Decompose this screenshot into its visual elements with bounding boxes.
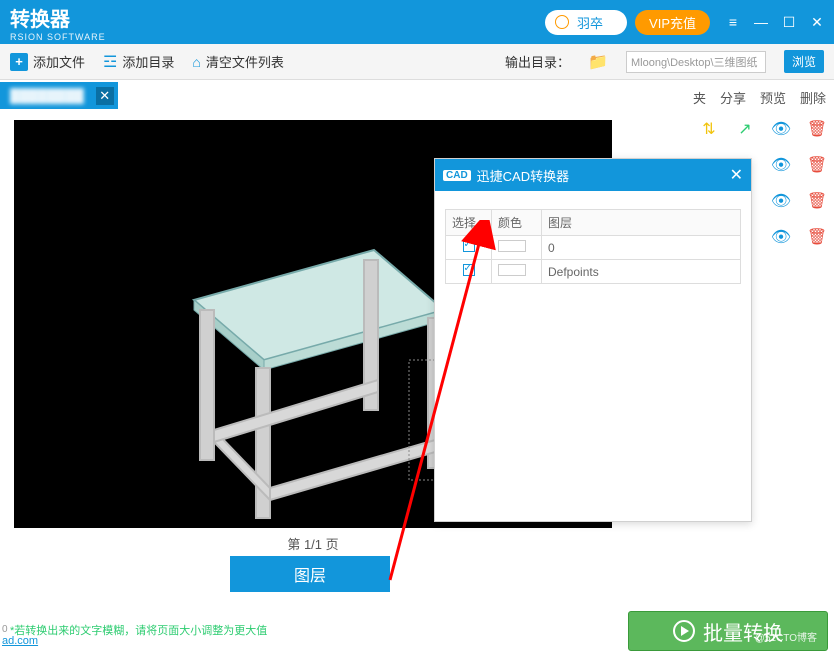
file-row: ⇅ ↗ 👁 🗑 bbox=[700, 120, 826, 138]
open-icon[interactable]: ↗ bbox=[736, 120, 754, 138]
column-headers: 夹 分享 预览 删除 bbox=[693, 88, 826, 107]
browse-button[interactable]: 浏览 bbox=[784, 50, 824, 73]
checkbox-icon[interactable] bbox=[463, 240, 475, 252]
toolbar: + 添加文件 ☲ 添加目录 ⌂ 清空文件列表 输出目录： 📁 浏览 bbox=[0, 44, 834, 80]
watermark: @51CTO博客 bbox=[755, 629, 817, 644]
batch-convert-button[interactable]: 批量转换 @51CTO博客 bbox=[628, 611, 828, 651]
color-swatch[interactable] bbox=[498, 240, 526, 252]
output-path-input[interactable] bbox=[626, 51, 766, 73]
layer-row[interactable]: 0 bbox=[446, 236, 741, 260]
col-share: 分享 bbox=[720, 88, 746, 107]
add-dir-label: 添加目录 bbox=[122, 52, 174, 71]
output-dir-label: 输出目录： bbox=[505, 52, 570, 71]
user-icon bbox=[555, 15, 569, 29]
col-color: 颜色 bbox=[492, 210, 542, 236]
color-swatch[interactable] bbox=[498, 264, 526, 276]
add-dir-button[interactable]: ☲ 添加目录 bbox=[103, 52, 174, 72]
file-tab-label: ████████ bbox=[10, 88, 84, 103]
layer-row[interactable]: Defpoints bbox=[446, 260, 741, 284]
trash-icon[interactable]: 🗑 bbox=[808, 156, 826, 174]
dialog-body: 选择 颜色 图层 0 Defpoints bbox=[435, 191, 751, 294]
layer-table: 选择 颜色 图层 0 Defpoints bbox=[445, 209, 741, 284]
window-controls: ≡ — ☐ ✕ bbox=[726, 15, 824, 29]
app-title-block: 转换器 RSION SOFTWARE bbox=[10, 3, 545, 42]
list-icon: ☲ bbox=[103, 52, 117, 72]
hint-text: *若转换出来的文字模糊，请将页面大小调整为更大值 bbox=[10, 622, 681, 638]
layer-name: 0 bbox=[542, 236, 741, 260]
add-file-button[interactable]: + 添加文件 bbox=[10, 52, 85, 71]
eye-icon[interactable]: 👁 bbox=[772, 192, 790, 210]
app-title: 转换器 bbox=[10, 3, 545, 32]
layer-name: Defpoints bbox=[542, 260, 741, 284]
trash-icon[interactable]: 🗑 bbox=[808, 120, 826, 138]
pager: 第 1/1 页 bbox=[14, 534, 612, 553]
vip-button[interactable]: VIP充值 bbox=[635, 10, 710, 35]
broom-icon: ⌂ bbox=[192, 54, 200, 70]
col-preview: 预览 bbox=[760, 88, 786, 107]
play-icon bbox=[673, 620, 695, 642]
col-folder: 夹 bbox=[693, 88, 706, 107]
menu-icon[interactable]: ≡ bbox=[726, 15, 740, 29]
dialog-header: CAD 迅捷CAD转换器 ✕ bbox=[435, 159, 751, 191]
layer-button[interactable]: 图层 bbox=[230, 556, 390, 592]
col-select: 选择 bbox=[446, 210, 492, 236]
tab-row: ████████ ✕ 夹 分享 预览 删除 bbox=[0, 80, 834, 120]
title-bar: 转换器 RSION SOFTWARE 羽卒 VIP充值 ≡ — ☐ ✕ bbox=[0, 0, 834, 44]
convert-icon[interactable]: ⇅ bbox=[700, 120, 718, 138]
clear-list-button[interactable]: ⌂ 清空文件列表 bbox=[192, 52, 283, 71]
trash-icon[interactable]: 🗑 bbox=[808, 228, 826, 246]
eye-icon[interactable]: 👁 bbox=[772, 120, 790, 138]
close-icon[interactable]: ✕ bbox=[810, 15, 824, 29]
add-file-label: 添加文件 bbox=[33, 52, 85, 71]
clear-label: 清空文件列表 bbox=[206, 52, 284, 71]
folder-icon[interactable]: 📁 bbox=[588, 52, 608, 72]
trash-icon[interactable]: 🗑 bbox=[808, 192, 826, 210]
file-tab[interactable]: ████████ ✕ bbox=[0, 82, 118, 109]
col-layer: 图层 bbox=[542, 210, 741, 236]
maximize-icon[interactable]: ☐ bbox=[782, 15, 796, 29]
user-badge[interactable]: 羽卒 bbox=[545, 10, 627, 35]
cad-icon: CAD bbox=[443, 170, 471, 181]
username: 羽卒 bbox=[577, 13, 603, 32]
app-subtitle: RSION SOFTWARE bbox=[10, 32, 545, 42]
checkbox-icon[interactable] bbox=[463, 264, 475, 276]
plus-icon: + bbox=[10, 53, 28, 71]
tab-close-icon[interactable]: ✕ bbox=[96, 87, 114, 105]
dialog-title: 迅捷CAD转换器 bbox=[477, 166, 569, 185]
col-delete: 删除 bbox=[800, 88, 826, 107]
layer-dialog: CAD 迅捷CAD转换器 ✕ 选择 颜色 图层 0 bbox=[434, 158, 752, 522]
dialog-close-icon[interactable]: ✕ bbox=[730, 165, 743, 185]
minimize-icon[interactable]: — bbox=[754, 15, 768, 29]
eye-icon[interactable]: 👁 bbox=[772, 156, 790, 174]
eye-icon[interactable]: 👁 bbox=[772, 228, 790, 246]
